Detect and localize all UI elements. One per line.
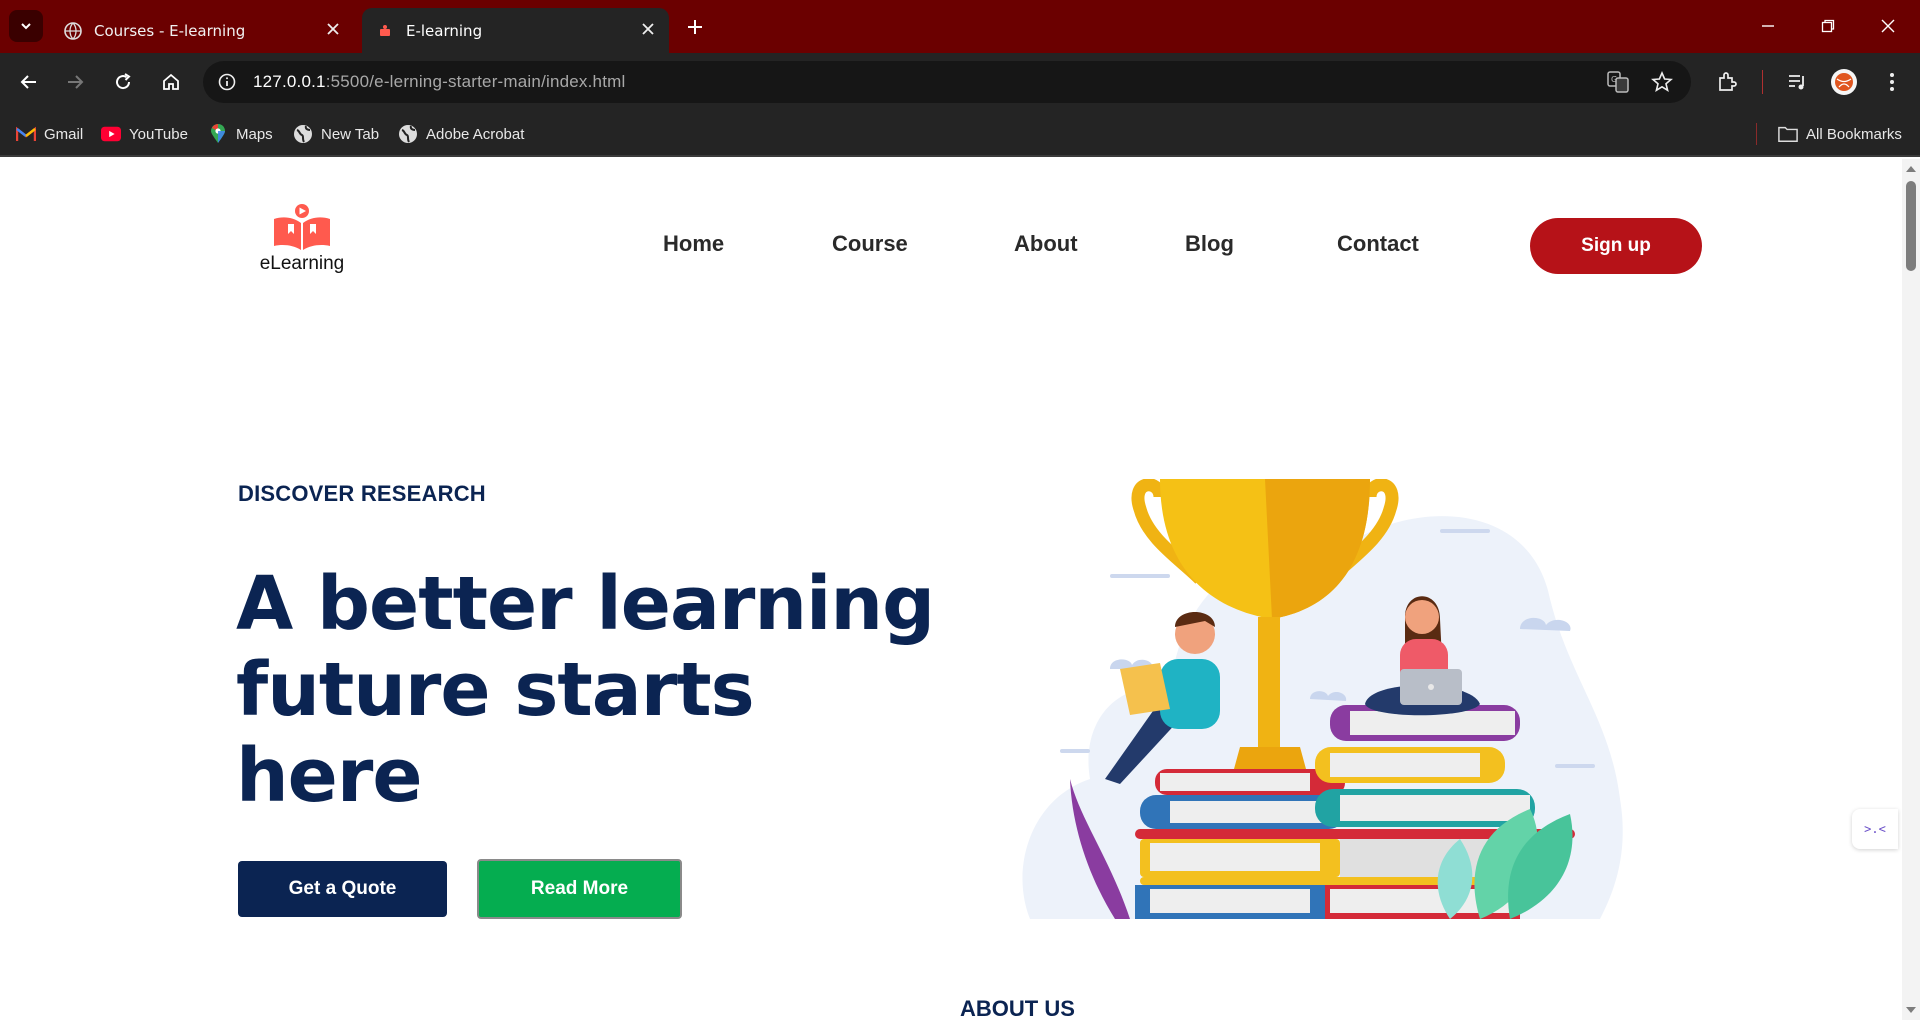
close-icon: [1881, 19, 1895, 33]
more-menu-icon[interactable]: [1877, 67, 1907, 97]
bookmark-youtube[interactable]: YouTube: [101, 122, 188, 146]
sky-dash: [1555, 764, 1595, 768]
close-icon[interactable]: [322, 18, 344, 40]
globe-icon: [398, 124, 418, 144]
url-text: 127.0.0.1:5500/e-lerning-starter-main/in…: [253, 72, 625, 92]
page-scrollbar[interactable]: [1902, 159, 1920, 1020]
address-bar[interactable]: 127.0.0.1:5500/e-lerning-starter-main/in…: [203, 61, 1691, 103]
sky-dash: [1110, 574, 1170, 578]
nav-home[interactable]: Home: [663, 231, 724, 257]
minimize-icon: [1762, 25, 1774, 27]
all-bookmarks-label: All Bookmarks: [1806, 125, 1902, 143]
chevron-down-icon: [21, 23, 31, 30]
media-controls-icon[interactable]: [1782, 67, 1812, 97]
bookmark-label: New Tab: [321, 125, 380, 143]
tab-elearning[interactable]: E-learning: [362, 8, 669, 53]
about-us-heading: ABOUT US: [960, 996, 1075, 1020]
hero-title-line: future starts: [236, 647, 755, 733]
hero-title-line: here: [236, 733, 423, 819]
close-window-button[interactable]: [1866, 8, 1910, 44]
reload-button[interactable]: [106, 65, 140, 99]
back-button[interactable]: [12, 65, 46, 99]
hero-title-line: A better learning: [236, 561, 935, 647]
svg-text:G: G: [1611, 75, 1617, 84]
youtube-icon: [101, 124, 121, 144]
bookmark-adobe-acrobat[interactable]: Adobe Acrobat: [398, 122, 524, 146]
folder-icon: [1778, 124, 1798, 144]
plus-icon: [688, 20, 702, 34]
bookmark-label: Gmail: [44, 125, 84, 143]
tab-search-button[interactable]: [9, 10, 43, 42]
site-header: eLearning Home Course About Blog Contact…: [0, 159, 1902, 299]
tab-strip: Courses - E-learning E-learning: [0, 0, 1920, 53]
all-bookmarks-button[interactable]: All Bookmarks: [1778, 122, 1902, 146]
restore-icon: [1821, 19, 1835, 33]
logo-text: eLearning: [259, 253, 345, 274]
url-path: :5500/e-lerning-starter-main/index.html: [325, 72, 626, 91]
bookmarks-divider: [1756, 123, 1757, 145]
page-viewport: eLearning Home Course About Blog Contact…: [0, 159, 1902, 1020]
hero-title: A better learning future starts here: [236, 561, 956, 819]
nav-contact[interactable]: Contact: [1337, 231, 1419, 257]
extensions-icon[interactable]: [1712, 67, 1742, 97]
tab-title: E-learning: [406, 21, 483, 40]
read-more-button[interactable]: Read More: [477, 859, 682, 919]
hero-eyebrow: DISCOVER RESEARCH: [238, 481, 486, 506]
bookmark-label: Adobe Acrobat: [426, 125, 525, 143]
get-a-quote-button[interactable]: Get a Quote: [238, 861, 447, 917]
bookmark-new-tab[interactable]: New Tab: [293, 122, 379, 146]
url-host: 127.0.0.1: [253, 72, 326, 91]
maps-icon: [208, 124, 228, 144]
sky-dash: [1440, 529, 1490, 533]
side-extension-widget[interactable]: >.<: [1852, 809, 1898, 849]
site-logo[interactable]: eLearning: [252, 203, 352, 275]
sky-dash: [1060, 749, 1090, 753]
home-button[interactable]: [154, 65, 188, 99]
home-icon: [163, 73, 179, 90]
restore-button[interactable]: [1806, 8, 1850, 44]
translate-icon[interactable]: G: [1606, 70, 1630, 94]
browser-toolbar: 127.0.0.1:5500/e-lerning-starter-main/in…: [0, 53, 1920, 111]
nav-course[interactable]: Course: [832, 231, 908, 257]
new-tab-button[interactable]: [680, 12, 710, 42]
bookmark-gmail[interactable]: Gmail: [16, 122, 83, 146]
bookmarks-bar: Gmail YouTube Maps New Tab Adobe Acrobat…: [0, 111, 1920, 157]
arrow-left-icon: [20, 75, 36, 89]
tab-courses[interactable]: Courses - E-learning: [50, 8, 354, 53]
globe-icon: [293, 124, 313, 144]
elearning-favicon-icon: [376, 22, 394, 40]
nav-blog[interactable]: Blog: [1185, 231, 1234, 257]
toolbar-divider: [1762, 70, 1763, 94]
scroll-down-icon[interactable]: [1905, 1004, 1917, 1016]
tab-title: Courses - E-learning: [94, 21, 246, 40]
globe-icon: [64, 21, 82, 40]
scroll-up-icon[interactable]: [1905, 163, 1917, 175]
gmail-icon: [16, 124, 36, 144]
bookmark-maps[interactable]: Maps: [208, 122, 273, 146]
reload-icon: [116, 73, 131, 90]
forward-button[interactable]: [58, 65, 92, 99]
scrollbar-thumb[interactable]: [1906, 181, 1916, 271]
book-play-logo-icon: [274, 204, 330, 250]
minimize-button[interactable]: [1746, 8, 1790, 44]
hero-illustration: [1022, 479, 1623, 919]
profile-avatar[interactable]: [1829, 67, 1859, 97]
signup-button[interactable]: Sign up: [1530, 218, 1702, 274]
code-brackets-icon: >.<: [1864, 822, 1886, 836]
nav-about[interactable]: About: [1014, 231, 1078, 257]
site-info-icon[interactable]: [216, 71, 238, 93]
bookmark-label: Maps: [236, 125, 273, 143]
close-icon[interactable]: [637, 18, 659, 40]
arrow-right-icon: [68, 75, 84, 89]
bookmark-label: YouTube: [129, 125, 188, 143]
bookmark-star-icon[interactable]: [1650, 70, 1674, 94]
